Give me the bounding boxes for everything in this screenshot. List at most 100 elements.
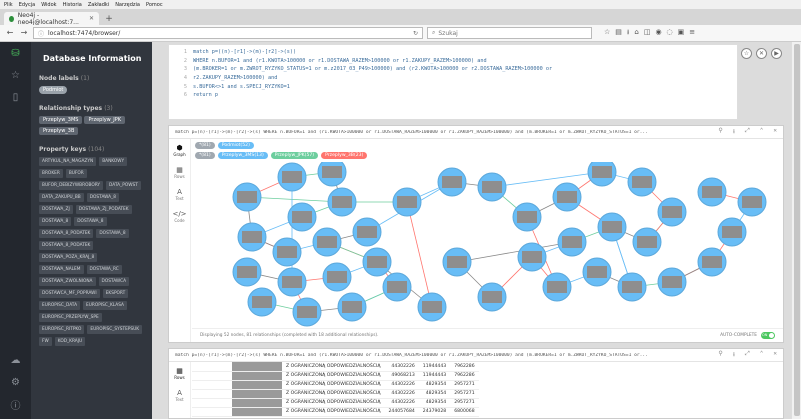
view-text[interactable]: A Text	[169, 384, 190, 406]
graph-node[interactable]	[517, 242, 547, 272]
about-icon[interactable]: ⓘ	[0, 393, 31, 415]
graph-node[interactable]	[327, 187, 357, 217]
graph-node[interactable]	[232, 257, 262, 287]
star-icon[interactable]: ☆	[604, 28, 610, 39]
graph-node[interactable]	[277, 162, 307, 192]
address-bar[interactable]: ⓘ localhost:7474/browser/ ↻	[33, 27, 423, 39]
property-key-chip[interactable]: EUROPISC_PRZEPLYW_SPE	[39, 313, 102, 322]
graph-canvas[interactable]	[192, 162, 785, 328]
property-key-chip[interactable]: DATA_ZAKUPU_BB	[39, 193, 84, 202]
graph-node[interactable]	[237, 222, 267, 252]
property-key-chip[interactable]: BROKER	[39, 169, 63, 178]
graph-node[interactable]	[552, 182, 582, 212]
view-code[interactable]: </> Code	[169, 205, 190, 227]
graph-node[interactable]	[697, 247, 727, 277]
clear-query-button[interactable]: ✕	[756, 48, 767, 59]
frame-query-text[interactable]: match p=(n)-[r1]->(m)-[r2]->(s) WHERE n.…	[175, 353, 712, 358]
legend-podmiot[interactable]: Podmiot(52)	[217, 142, 254, 149]
graph-node[interactable]	[232, 182, 262, 212]
property-key-chip[interactable]: DOSTAWA_8	[96, 229, 129, 238]
graph-node[interactable]	[287, 202, 317, 232]
relationship-type-chip[interactable]: Przeplyw_3MS	[39, 116, 83, 124]
graph-node[interactable]	[697, 177, 727, 207]
legend-przeplyw-3ms[interactable]: Przeplyw_3MS(13)	[217, 152, 268, 159]
graph-node[interactable]	[557, 227, 587, 257]
download-icon[interactable]: ⭳	[627, 28, 629, 39]
property-key-chip[interactable]: DOSTAWA_8	[74, 217, 107, 226]
property-key-chip[interactable]: EUROPISC_KLASA	[83, 301, 127, 310]
menu-item[interactable]: Widok	[41, 2, 56, 8]
menu-item[interactable]: Plik	[4, 2, 13, 8]
property-key-chip[interactable]: ARTYKUL_NA_MAGAZYN	[39, 157, 97, 166]
browser-tab[interactable]: Neo4j - neo4j@localhost:7... ✕	[4, 12, 99, 26]
property-key-chip[interactable]: DOSTAWA_8_PODATEK	[39, 241, 94, 250]
view-rows[interactable]: ▦ Rows	[169, 161, 190, 183]
legend-przeplyw-3b[interactable]: Przeplyw_3B(23)	[321, 152, 368, 159]
graph-node[interactable]	[382, 272, 412, 302]
relationship-edge[interactable]	[491, 171, 603, 188]
relationship-edge[interactable]	[456, 241, 573, 263]
menu-item[interactable]: Edycja	[19, 2, 36, 8]
collapse-icon[interactable]: ⌃	[760, 350, 764, 360]
graph-node[interactable]	[277, 267, 307, 297]
database-icon[interactable]: ⛁	[0, 42, 31, 64]
property-key-chip[interactable]: DOSTAWA_RC	[86, 265, 122, 274]
property-key-chip[interactable]: BUFOR	[65, 169, 87, 178]
graph-node[interactable]	[392, 187, 422, 217]
graph-node[interactable]	[437, 167, 467, 197]
graph-node[interactable]	[317, 162, 347, 187]
page-scrollbar[interactable]	[791, 42, 801, 419]
property-key-chip[interactable]: DOSTAWCA_MF_POPRAWI	[39, 289, 100, 298]
download-frame-icon[interactable]: ⭳	[733, 127, 735, 137]
menu-item[interactable]: Zakładki	[88, 2, 109, 8]
autocomplete-toggle[interactable]: ON	[761, 332, 775, 339]
graph-node[interactable]	[362, 247, 392, 277]
view-graph[interactable]: ⬢ Graph	[169, 139, 190, 161]
graph-node[interactable]	[352, 217, 382, 247]
reload-icon[interactable]: ↻	[413, 30, 418, 37]
graph-node[interactable]	[442, 247, 472, 277]
graph-node[interactable]	[417, 292, 447, 322]
reading-list-icon[interactable]: ▤	[615, 28, 622, 39]
forward-icon[interactable]: →	[19, 28, 29, 38]
property-key-chip[interactable]: EUROPISC_DATA	[39, 301, 81, 310]
property-key-chip[interactable]: DATA_POWST	[106, 181, 141, 190]
property-key-chip[interactable]: DOSTAWA_NALEM	[39, 265, 84, 274]
graph-node[interactable]	[617, 272, 647, 302]
property-key-chip[interactable]: DOSTAWA_8_PODATEK	[39, 229, 94, 238]
view-text[interactable]: A Text	[169, 183, 190, 205]
graph-node[interactable]	[627, 167, 657, 197]
close-tab-icon[interactable]: ✕	[89, 15, 94, 22]
back-icon[interactable]: ←	[5, 28, 15, 38]
settings-gear-icon[interactable]: ⚙	[0, 371, 31, 393]
graph-node[interactable]	[717, 217, 747, 247]
favorite-query-button[interactable]: ☆	[741, 48, 752, 59]
close-frame-icon[interactable]: ✕	[773, 350, 777, 360]
property-key-chip[interactable]: EUROPISC_RITPKO	[39, 325, 85, 334]
property-key-chip[interactable]: DOSTAWA_ZJ	[39, 205, 73, 214]
graph-node[interactable]	[337, 292, 367, 322]
expand-icon[interactable]: ⤢	[745, 350, 750, 360]
node-label-chip[interactable]: Podmiot	[39, 86, 68, 94]
graph-node[interactable]	[632, 227, 662, 257]
menu-item[interactable]: Pomoc	[146, 2, 163, 8]
property-key-chip[interactable]: DOSTAWA_8	[86, 193, 119, 202]
relationship-type-chip[interactable]: Przeplyw_3B	[39, 127, 79, 135]
query-editor[interactable]: 1 match p=((n)-[r1]->(m)-[r2]->(s)) 2 WHERE…	[168, 44, 738, 120]
search-input[interactable]: ⌕ Szukaj	[427, 27, 592, 39]
graph-node[interactable]	[477, 282, 507, 312]
graph-node[interactable]	[582, 257, 612, 287]
sync-icon[interactable]: ◉	[655, 28, 661, 39]
property-key-chip[interactable]: BANKOWY	[99, 157, 128, 166]
run-query-button[interactable]: ▶	[771, 48, 782, 59]
pocket-icon[interactable]: ◫	[644, 28, 651, 39]
graph-node[interactable]	[477, 172, 507, 202]
property-key-chip[interactable]: EUROPISC_SYSTEPSUK	[87, 325, 143, 334]
graph-node[interactable]	[737, 187, 767, 217]
property-key-chip[interactable]: DOSTAWA_ZWOLNIONA	[39, 277, 96, 286]
property-key-chip[interactable]: DOSTAWA_8	[39, 217, 72, 226]
new-tab-button[interactable]: +	[103, 13, 115, 25]
frame-query-text[interactable]: match p=(n)-[r1]->(m)-[r2]->(s) WHERE n.…	[175, 130, 712, 135]
property-key-chip[interactable]: DOSTAWA_ZJ_PODATEK	[75, 205, 132, 214]
favorites-star-icon[interactable]: ☆	[0, 64, 31, 86]
